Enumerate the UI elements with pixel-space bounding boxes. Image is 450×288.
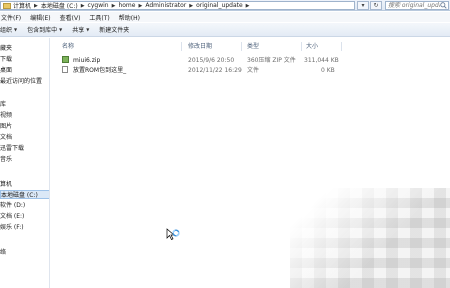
sidebar-item-pictures[interactable]: 图片 [0, 122, 49, 131]
chevron-down-icon: ▼ [86, 27, 90, 32]
breadcrumb-computer[interactable]: 计算机 ▶ [3, 2, 38, 10]
breadcrumb-original-update[interactable]: original_update ▶ [196, 2, 249, 9]
table-row[interactable]: miui6.zip 2015/9/6 20:50 360压缩 ZIP 文件 31… [59, 56, 341, 65]
column-divider[interactable] [301, 42, 302, 51]
crumb-label: 本地磁盘 (C:) [40, 3, 78, 10]
column-header-size[interactable]: 大小 [306, 42, 318, 51]
sidebar-item-recent-places[interactable]: 最近访问的位置 [0, 77, 49, 86]
file-name: miui6.zip [73, 57, 101, 64]
sidebar-item-entertainment-f[interactable]: 娱乐 (F:) [0, 223, 49, 232]
menu-help[interactable]: 帮助(H) [119, 13, 140, 22]
chevron-right-icon[interactable]: ▶ [189, 3, 193, 9]
busy-cursor-icon [166, 228, 180, 240]
crumb-label: Administrator [145, 2, 187, 9]
chevron-down-icon: ▼ [59, 27, 63, 32]
file-date: 2012/11/22 16:29 [188, 67, 242, 74]
sidebar-item-music[interactable]: 音乐 [0, 155, 49, 164]
sidebar-item-thunder-downloads[interactable]: 迅雷下载 [0, 144, 49, 153]
sidebar-item-computer[interactable]: 算机 [0, 180, 49, 189]
address-buttons: ▾ ↻ [357, 1, 383, 10]
sidebar-item-documents-e[interactable]: 文档 (E:) [0, 212, 49, 221]
breadcrumb-local-disk-c[interactable]: 本地磁盘 (C:) ▶ [40, 2, 85, 10]
crumb-label: cygwin [87, 2, 109, 9]
sidebar-item-downloads[interactable]: 下载 [0, 55, 49, 64]
file-size: 0 KB [321, 67, 335, 74]
search-input[interactable] [388, 2, 440, 9]
breadcrumb[interactable]: 计算机 ▶ 本地磁盘 (C:) ▶ cygwin ▶ home ▶ Administra… [0, 1, 355, 10]
blurred-region [290, 188, 450, 288]
sidebar-item-favorites[interactable]: 藏夹 [0, 44, 49, 53]
new-folder-button[interactable]: 新建文件夹 [99, 25, 129, 34]
sidebar-item-libraries[interactable]: 库 [0, 100, 49, 109]
sidebar-item-software-d[interactable]: 软件 (D:) [0, 201, 49, 210]
file-size: 311,044 KB [304, 57, 339, 64]
sidebar-item-local-disk-c[interactable]: 本地磁盘 (C:) [0, 190, 49, 199]
new-folder-label: 新建文件夹 [99, 27, 130, 34]
table-row[interactable]: 放置ROM包到这里_ 2012/11/22 16:29 文件 0 KB [59, 66, 341, 75]
column-divider[interactable] [241, 42, 242, 51]
column-divider[interactable] [181, 42, 182, 51]
chevron-right-icon[interactable]: ▶ [138, 3, 142, 9]
zip-archive-icon [62, 56, 69, 63]
computer-icon [3, 2, 11, 9]
file-date: 2015/9/6 20:50 [188, 57, 235, 64]
address-bar: 计算机 ▶ 本地磁盘 (C:) ▶ cygwin ▶ home ▶ Administra… [0, 0, 450, 11]
search-icon[interactable] [440, 2, 447, 9]
include-in-library-button[interactable]: 包含到库中 ▼ [27, 25, 62, 34]
include-in-library-label: 包含到库中 [27, 27, 58, 34]
crumb-label: original_update [196, 2, 243, 9]
menu-edit[interactable]: 编辑(E) [30, 13, 50, 22]
organize-label: 组织 [0, 27, 13, 34]
column-divider[interactable] [341, 42, 342, 51]
file-type: 360压缩 ZIP 文件 [247, 57, 296, 64]
crumb-label: 计算机 [13, 3, 32, 10]
breadcrumb-administrator[interactable]: Administrator ▶ [145, 2, 193, 9]
menu-bar: 文件(F) 编辑(E) 查看(V) 工具(T) 帮助(H) [0, 12, 450, 22]
share-label: 共享 [72, 27, 85, 34]
crumb-label: home [118, 2, 136, 9]
menu-tools[interactable]: 工具(T) [89, 13, 109, 22]
dropdown-icon[interactable]: ▾ [357, 1, 369, 10]
organize-button[interactable]: 组织 ▼ [0, 25, 17, 34]
breadcrumb-home[interactable]: home ▶ [118, 2, 142, 9]
search-box[interactable] [385, 1, 449, 10]
command-bar: 组织 ▼ 包含到库中 ▼ 共享 ▼ 新建文件夹 [0, 23, 450, 37]
file-type: 文件 [247, 67, 260, 74]
file-name: 放置ROM包到这里_ [73, 67, 127, 74]
file-icon [62, 66, 68, 73]
share-button[interactable]: 共享 ▼ [72, 25, 89, 34]
chevron-right-icon[interactable]: ▶ [246, 3, 250, 9]
column-header-name[interactable]: 名称 [62, 42, 74, 51]
chevron-right-icon[interactable]: ▶ [34, 3, 38, 9]
navigation-pane: 藏夹 下载 桌面 最近访问的位置 库 视频 图片 文档 迅雷下载 音乐 算机 本… [0, 38, 50, 288]
column-header-date-modified[interactable]: 修改日期 [188, 42, 212, 51]
breadcrumb-cygwin[interactable]: cygwin ▶ [88, 2, 116, 9]
sidebar-item-documents[interactable]: 文档 [0, 133, 49, 142]
column-header-type[interactable]: 类型 [247, 42, 259, 51]
sidebar-item-network[interactable]: 络 [0, 248, 49, 257]
menu-view[interactable]: 查看(V) [60, 13, 81, 22]
chevron-right-icon[interactable]: ▶ [112, 3, 116, 9]
menu-file[interactable]: 文件(F) [1, 13, 21, 22]
chevron-right-icon[interactable]: ▶ [81, 3, 85, 9]
refresh-icon[interactable]: ↻ [370, 1, 382, 10]
sidebar-item-videos[interactable]: 视频 [0, 111, 49, 120]
chevron-down-icon: ▼ [14, 27, 18, 32]
sidebar-item-desktop[interactable]: 桌面 [0, 66, 49, 75]
